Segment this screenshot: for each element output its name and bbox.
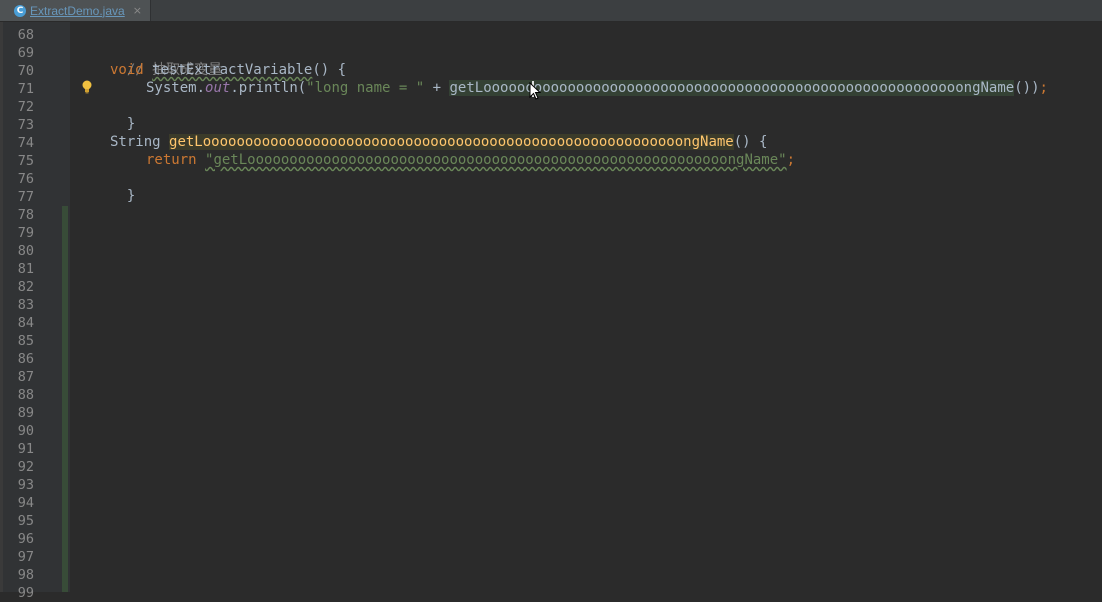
line-number: 87 [17,369,34,385]
line-number: 68 [17,27,34,43]
line-number: 71 [17,81,34,97]
line-number: 79 [17,225,34,241]
keyword-return: return [146,152,197,168]
line-number: 94 [17,495,34,511]
code-call-close: ()) [1014,80,1040,96]
code-punct: () { [733,134,768,150]
line-number: 82 [17,279,34,295]
line-number: 96 [17,531,34,547]
mouse-pointer-icon [529,82,541,100]
line-number: 99 [17,585,34,601]
line-number: 93 [17,477,34,493]
tab-extractdemo-java[interactable]: C ExtractDemo.java × [0,0,151,21]
line-number: 80 [17,243,34,259]
line-number: 73 [17,117,34,133]
line-number: 78 [17,207,34,223]
tab-filename: ExtractDemo.java [30,3,125,18]
code-system: System. [146,80,206,96]
editor-tab-bar: C ExtractDemo.java × [0,0,1102,22]
method-name-testExtractVariable: testExtractVariable [152,62,313,78]
line-number: 86 [17,351,34,367]
code-line-74[interactable]: String getLooooooooooooooooooooooooooooo… [110,133,767,151]
string-literal-typo: "getLooooooooooooooooooooooooooooooooooo… [205,152,787,168]
java-class-icon: C [14,4,26,17]
line-number: 90 [17,423,34,439]
line-number: 69 [17,45,34,61]
semicolon: ; [1039,80,1048,96]
code-punct: () { [312,62,347,78]
semicolon: ; [786,152,796,168]
line-number: 84 [17,315,34,331]
code-plus: + [424,80,450,96]
code-line-71[interactable]: System.out.println("long name = " + getL… [146,79,1048,97]
line-number: 88 [17,387,34,403]
field-out: out [205,80,231,96]
line-number: 92 [17,459,34,475]
code-line-70[interactable]: void testExtractVariable() { [110,61,346,79]
code-println: .println( [230,80,307,96]
line-number: 70 [17,63,34,79]
closing-brace: } [126,188,136,204]
line-number: 97 [17,549,34,565]
code-line-76[interactable]: } [110,169,135,204]
close-icon[interactable]: × [133,4,142,17]
line-number: 98 [17,567,34,583]
closing-brace: } [126,116,136,132]
line-number: 89 [17,405,34,421]
line-number: 95 [17,513,34,529]
type-string: String [110,134,161,150]
keyword-void: void [110,62,144,78]
line-number: 72 [17,99,34,115]
line-number: 81 [17,261,34,277]
code-line-75[interactable]: return "getLoooooooooooooooooooooooooooo… [146,151,795,169]
line-number: 76 [17,171,34,187]
line-number: 77 [17,189,34,205]
lightbulb-icon[interactable] [81,79,93,95]
line-number: 85 [17,333,34,349]
code-line-69[interactable]: // 抽取成变量 [110,43,222,78]
string-literal: "long name = " [306,80,425,96]
line-number: 74 [17,135,34,151]
line-number: 91 [17,441,34,457]
line-number: 83 [17,297,34,313]
code-line-72[interactable]: } [110,97,135,132]
method-declaration-highlighted: getLoooooooooooooooooooooooooooooooooooo… [169,134,734,150]
vcs-change-marker[interactable] [62,206,68,592]
line-number: 75 [17,153,34,169]
